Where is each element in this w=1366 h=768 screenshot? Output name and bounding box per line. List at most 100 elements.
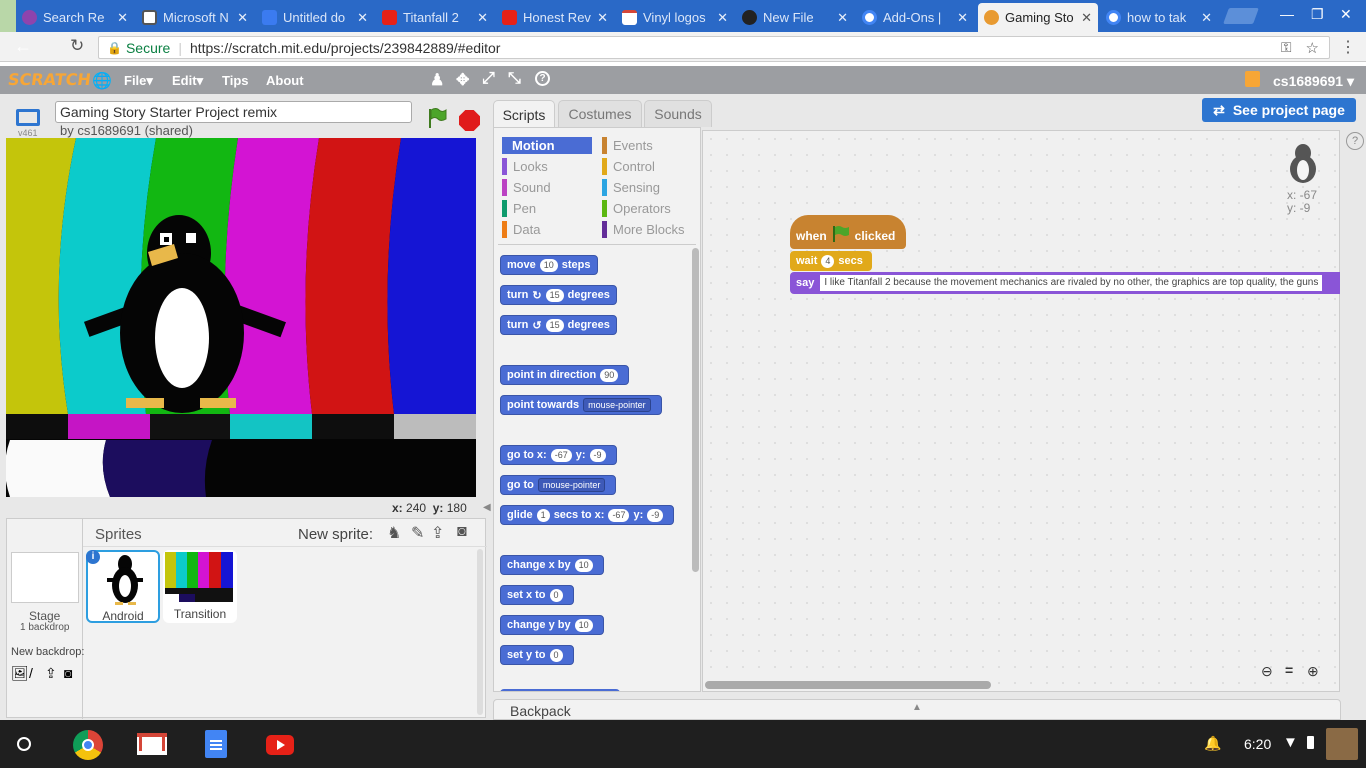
block-turn-left[interactable]: turn ↺ 15 degrees bbox=[500, 315, 617, 335]
category-looks[interactable]: Looks bbox=[502, 158, 548, 175]
close-tab-icon[interactable]: ✕ bbox=[597, 10, 608, 26]
help-icon[interactable]: ? bbox=[535, 71, 550, 86]
browser-tab[interactable]: Microsoft N ✕ bbox=[136, 3, 254, 32]
key-icon[interactable]: ⚿ bbox=[1281, 39, 1292, 56]
hat-block-when-flag-clicked[interactable]: when clicked bbox=[790, 215, 906, 249]
help-icon[interactable]: ? bbox=[1346, 132, 1364, 150]
tab-costumes[interactable]: Costumes bbox=[558, 100, 642, 127]
scripts-help-icon[interactable]: ⇄ See project page bbox=[1202, 98, 1356, 122]
close-tab-icon[interactable]: ✕ bbox=[237, 10, 248, 26]
close-tab-icon[interactable]: ✕ bbox=[477, 10, 488, 26]
category-motion[interactable]: Motion bbox=[502, 137, 592, 154]
block-set-x[interactable]: set x to 0 bbox=[500, 585, 574, 605]
browser-tab[interactable]: Untitled do ✕ bbox=[256, 3, 374, 32]
fullscreen-icon[interactable] bbox=[16, 109, 40, 126]
minimize-icon[interactable]: — bbox=[1280, 6, 1294, 22]
shrink-icon[interactable]: ⤡ bbox=[508, 70, 521, 88]
block-point-towards[interactable]: point towards mouse-pointer bbox=[500, 395, 662, 415]
youtube-icon[interactable] bbox=[266, 735, 294, 755]
cut-icon[interactable]: ✥ bbox=[456, 70, 469, 90]
category-sound[interactable]: Sound bbox=[502, 179, 551, 196]
close-tab-icon[interactable]: ✕ bbox=[957, 10, 968, 26]
close-tab-icon[interactable]: ✕ bbox=[357, 10, 368, 26]
upload-icon[interactable]: ⇪ bbox=[45, 665, 57, 682]
maximize-icon[interactable]: ❐ bbox=[1311, 6, 1324, 23]
category-data[interactable]: Data bbox=[502, 221, 540, 238]
close-tab-icon[interactable]: ✕ bbox=[837, 10, 848, 26]
user-menu[interactable]: cs1689691 ▾ bbox=[1273, 73, 1354, 90]
close-tab-icon[interactable]: ✕ bbox=[117, 10, 128, 26]
star-icon[interactable]: ☆ bbox=[1306, 39, 1319, 57]
camera-icon[interactable]: ◙ bbox=[64, 665, 72, 681]
say-block[interactable]: say I like Titanfall 2 because the movem… bbox=[790, 272, 1340, 294]
menu-tips[interactable]: Tips bbox=[222, 73, 249, 88]
zoom-in-icon[interactable]: ⊕ bbox=[1307, 663, 1319, 680]
info-icon[interactable]: i bbox=[86, 550, 100, 564]
block-move[interactable]: move 10 steps bbox=[500, 255, 598, 275]
category-more-blocks[interactable]: More Blocks bbox=[602, 221, 685, 238]
palette-scrollbar[interactable] bbox=[692, 248, 699, 572]
block-goto-xy[interactable]: go to x: -67 y: -9 bbox=[500, 445, 617, 465]
stop-icon[interactable] bbox=[459, 110, 480, 131]
collapse-stage-icon[interactable]: ◀ bbox=[483, 502, 491, 513]
sprite-tile-android[interactable]: i Android bbox=[86, 550, 160, 623]
block-point-direction[interactable]: point in direction 90 bbox=[500, 365, 630, 385]
reload-icon[interactable]: ↻ bbox=[70, 36, 84, 56]
browser-tab[interactable]: Search Re ✕ bbox=[16, 3, 134, 32]
close-tab-icon[interactable]: ✕ bbox=[717, 10, 728, 26]
say-text-input[interactable]: I like Titanfall 2 because the movement … bbox=[820, 275, 1323, 291]
paint-backdrop-icon[interactable]: 🖼 bbox=[11, 665, 29, 682]
user-avatar[interactable] bbox=[1326, 728, 1358, 760]
camera-sprite-icon[interactable]: ◙ bbox=[457, 523, 467, 541]
sprite-tile-transition[interactable]: Transition bbox=[163, 550, 237, 623]
battery-icon[interactable] bbox=[1307, 736, 1314, 749]
tab-scripts[interactable]: Scripts bbox=[493, 100, 555, 128]
docs-icon[interactable] bbox=[205, 730, 227, 758]
zoom-reset-icon[interactable]: = bbox=[1285, 662, 1293, 678]
grow-icon[interactable]: ⤢ bbox=[482, 70, 495, 88]
block-turn-right[interactable]: turn ↻ 15 degrees bbox=[500, 285, 617, 305]
menu-icon[interactable]: ⋮ bbox=[1340, 37, 1356, 57]
project-title-input[interactable] bbox=[55, 101, 412, 123]
launcher-icon[interactable] bbox=[17, 737, 31, 751]
stage-thumbnail[interactable] bbox=[11, 552, 79, 603]
wifi-icon[interactable]: ▼ bbox=[1283, 734, 1298, 751]
stage-canvas[interactable] bbox=[6, 138, 476, 497]
browser-tab[interactable]: Add-Ons | ✕ bbox=[856, 3, 974, 32]
backpack-bar[interactable]: Backpack ▲ bbox=[493, 699, 1341, 720]
brush-icon[interactable]: / bbox=[29, 665, 33, 681]
sprite-library-icon[interactable]: ♞ bbox=[387, 523, 401, 543]
browser-tab-active[interactable]: Gaming Sto ✕ bbox=[978, 3, 1098, 32]
zoom-out-icon[interactable]: ⊖ bbox=[1261, 663, 1279, 681]
horizontal-scrollbar[interactable] bbox=[705, 681, 991, 689]
category-events[interactable]: Events bbox=[602, 137, 653, 154]
menu-about[interactable]: About bbox=[266, 73, 304, 88]
my-stuff-icon[interactable] bbox=[1245, 71, 1260, 87]
globe-icon[interactable]: 🌐 bbox=[92, 71, 112, 91]
block-change-x[interactable]: change x by 10 bbox=[500, 555, 604, 575]
block-partial[interactable] bbox=[500, 689, 620, 691]
upload-sprite-icon[interactable]: ⇪ bbox=[431, 523, 444, 543]
paint-sprite-icon[interactable]: ✎ bbox=[411, 523, 424, 543]
browser-tab[interactable]: Honest Rev ✕ bbox=[496, 3, 614, 32]
category-control[interactable]: Control bbox=[602, 158, 655, 175]
url-text[interactable]: https://scratch.mit.edu/projects/2398428… bbox=[190, 40, 501, 56]
gmail-icon[interactable] bbox=[137, 733, 167, 755]
profile-avatar[interactable] bbox=[0, 0, 16, 32]
address-bar[interactable]: 🔒 Secure | https://scratch.mit.edu/proje… bbox=[98, 36, 1330, 59]
block-set-y[interactable]: set y to 0 bbox=[500, 645, 574, 665]
tab-sounds[interactable]: Sounds bbox=[644, 100, 712, 127]
green-flag-icon[interactable] bbox=[426, 107, 448, 129]
browser-tab[interactable]: New File ✕ bbox=[736, 3, 854, 32]
browser-tab[interactable]: how to tak ✕ bbox=[1100, 3, 1218, 32]
scratch-logo[interactable]: SCRATCH bbox=[7, 70, 92, 89]
duplicate-icon[interactable]: ♟ bbox=[430, 70, 444, 90]
browser-tab[interactable]: Titanfall 2 ✕ bbox=[376, 3, 494, 32]
block-glide[interactable]: glide 1 secs to x: -67 y: -9 bbox=[500, 505, 675, 525]
sprites-scrollbar[interactable] bbox=[477, 549, 483, 715]
category-sensing[interactable]: Sensing bbox=[602, 179, 660, 196]
penguin-sprite[interactable] bbox=[74, 208, 304, 418]
block-change-y[interactable]: change y by 10 bbox=[500, 615, 604, 635]
close-tab-icon[interactable]: ✕ bbox=[1081, 10, 1092, 26]
wait-block[interactable]: wait 4 secs bbox=[790, 251, 872, 271]
